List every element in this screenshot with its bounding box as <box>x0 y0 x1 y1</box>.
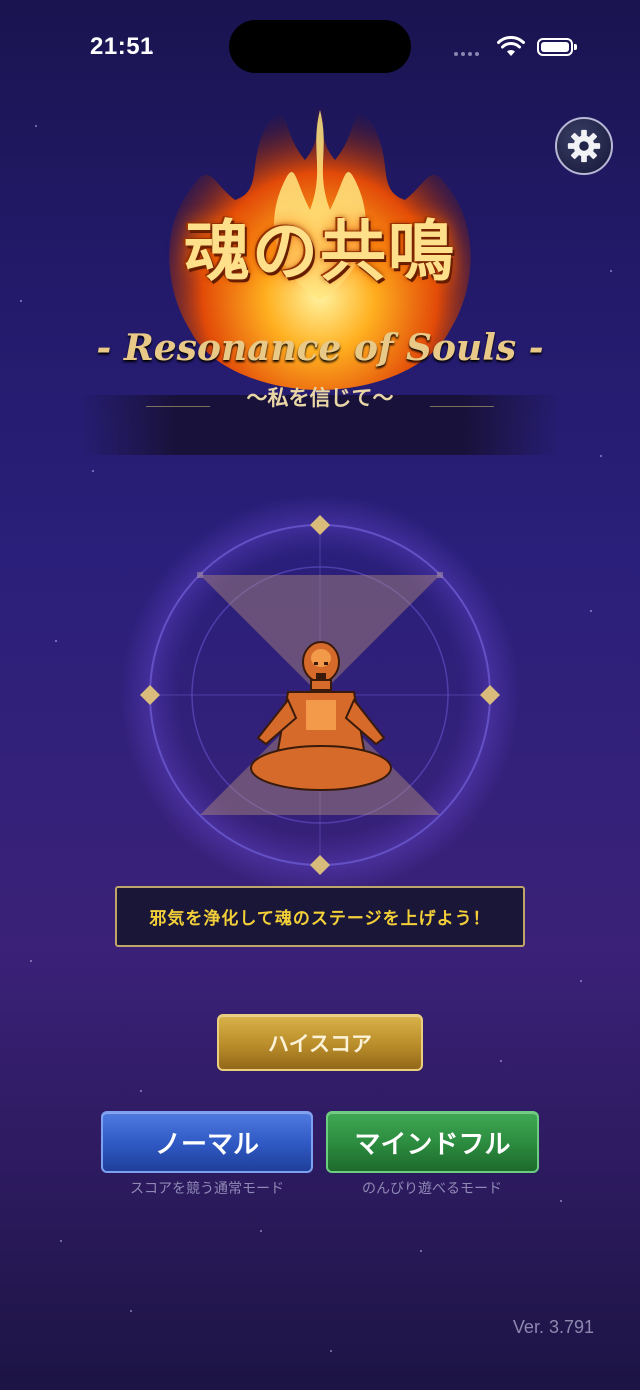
game-title-english: - Resonance of Souls - <box>96 327 544 369</box>
hint-message-box: 邪気を浄化して魂のステージを上げよう！ <box>115 886 525 947</box>
high-score-button[interactable]: ハイスコア <box>217 1014 423 1071</box>
meditating-figure <box>250 641 392 791</box>
wifi-icon <box>497 36 525 56</box>
dynamic-island <box>229 20 411 73</box>
battery-icon <box>537 38 577 56</box>
mindful-mode-button[interactable]: マインドフル <box>326 1111 539 1173</box>
version-label: Ver. 3.791 <box>512 1317 594 1337</box>
mindful-mode-caption: のんびり遊べるモード <box>362 1181 502 1197</box>
cellular-signal-icon <box>454 52 479 56</box>
normal-mode-button[interactable]: ノーマル <box>101 1111 313 1173</box>
game-subtitle: 〜私を信じて〜 <box>246 386 394 410</box>
normal-mode-caption: スコアを競う通常モード <box>130 1181 284 1197</box>
subtitle-row: 〜私を信じて〜 <box>0 380 640 414</box>
status-time: 21:51 <box>90 33 154 60</box>
game-title-japanese: 魂の共鳴 <box>184 212 456 290</box>
